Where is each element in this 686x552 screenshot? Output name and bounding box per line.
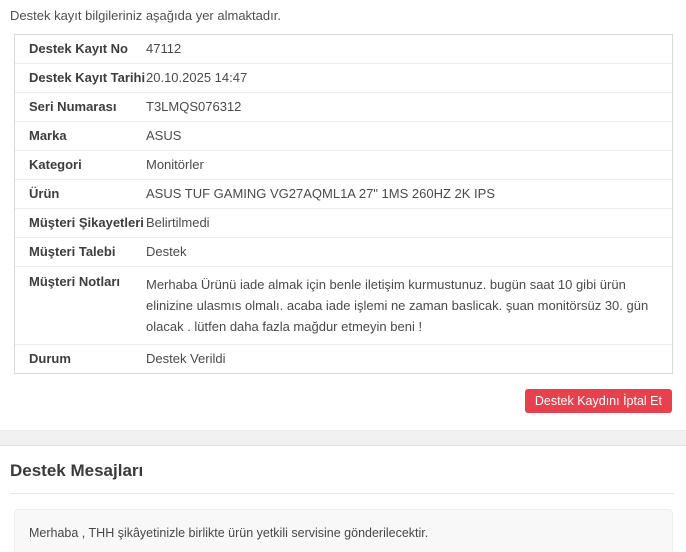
field-value: Belirtilmedi — [146, 215, 210, 230]
record-row-marka: Marka ASUS — [15, 122, 672, 151]
field-label: Marka — [29, 128, 67, 143]
field-label: Destek Kayıt Tarihi — [29, 70, 146, 85]
field-value: Monitörler — [146, 157, 204, 172]
record-row-seri-numarasi: Seri Numarası T3LMQS076312 — [15, 93, 672, 122]
field-value: 20.10.2025 14:47 — [146, 70, 248, 85]
field-value: 47112 — [146, 41, 182, 56]
field-label: Durum — [29, 351, 71, 366]
messages-section-title: Destek Mesajları — [10, 461, 144, 480]
field-label: Kategori — [29, 157, 82, 172]
messages-title-divider — [10, 493, 674, 494]
section-divider — [0, 430, 686, 446]
record-row-musteri-talebi: Müşteri Talebi Destek — [15, 238, 672, 267]
record-row-musteri-notlari: Müşteri Notları Merhaba Ürünü iade almak… — [15, 267, 672, 345]
record-row-musteri-sikayetleri: Müşteri Şikayetleri Belirtilmedi — [15, 209, 672, 238]
message-text: Merhaba , THH şikâyetinizle birlikte ürü… — [29, 526, 429, 540]
record-row-urun: Ürün ASUS TUF GAMING VG27AQML1A 27" 1MS … — [15, 180, 672, 209]
field-label: Ürün — [29, 186, 60, 201]
intro-text: Destek kayıt bilgileriniz aşağıda yer al… — [10, 8, 281, 23]
cancel-support-record-button[interactable]: Destek Kaydını İptal Et — [524, 389, 672, 413]
field-value: ASUS — [146, 128, 182, 143]
field-value: T3LMQS076312 — [146, 99, 242, 114]
field-label: Destek Kayıt No — [29, 41, 128, 56]
actions-bar: Destek Kaydını İptal Et — [0, 389, 672, 413]
record-row-kategori: Kategori Monitörler — [15, 151, 672, 180]
support-record-card: Destek Kayıt No 47112 Destek Kayıt Tarih… — [14, 34, 673, 374]
field-label: Müşteri Şikayetleri — [29, 215, 144, 230]
record-row-durum: Durum Destek Verildi — [15, 345, 672, 373]
status-value: Destek Verildi — [146, 351, 226, 366]
field-value: Destek — [146, 244, 187, 259]
support-message-item: Merhaba , THH şikâyetinizle birlikte ürü… — [14, 509, 673, 552]
field-label: Müşteri Notları — [29, 274, 121, 289]
record-row-kayit-no: Destek Kayıt No 47112 — [15, 35, 672, 64]
field-label: Müşteri Talebi — [29, 244, 116, 259]
field-value: Merhaba Ürünü iade almak için benle ilet… — [146, 277, 649, 334]
record-row-kayit-tarihi: Destek Kayıt Tarihi 20.10.2025 14:47 — [15, 64, 672, 93]
field-value: ASUS TUF GAMING VG27AQML1A 27" 1MS 260HZ… — [146, 186, 496, 201]
field-label: Seri Numarası — [29, 99, 117, 114]
